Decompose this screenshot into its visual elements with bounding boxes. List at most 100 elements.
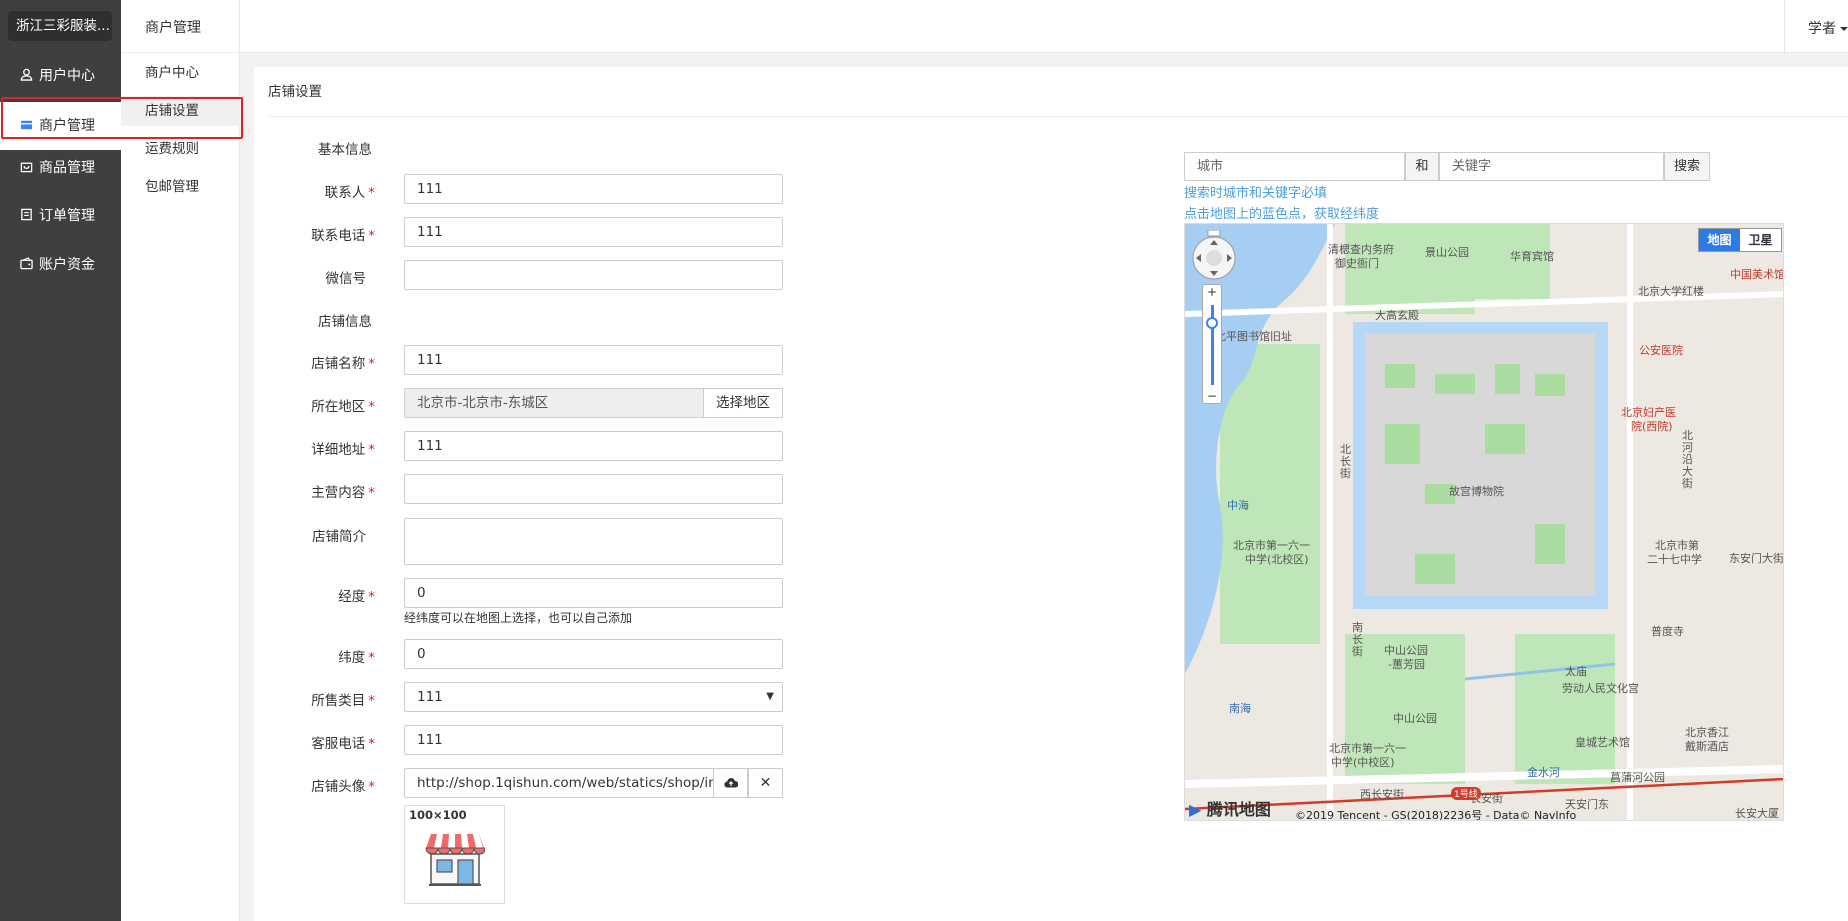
metro-line-badge: 1号线 bbox=[1451, 787, 1481, 800]
business-input[interactable] bbox=[404, 474, 783, 504]
zoom-out-button[interactable]: − bbox=[1203, 389, 1221, 403]
map-label: 金水河 bbox=[1527, 766, 1560, 779]
map-label: 北河沿大街 bbox=[1682, 429, 1693, 490]
latitude-input[interactable]: 0 bbox=[404, 639, 783, 669]
map-search-bar: 城市 和 关键字 搜索 bbox=[1184, 152, 1710, 181]
map-type-satellite-button[interactable]: 卫星 bbox=[1740, 229, 1781, 251]
longitude-input[interactable]: 0 bbox=[404, 578, 783, 608]
longitude-label: 经度 * bbox=[338, 589, 375, 605]
avatar-preview: 100×100 bbox=[404, 805, 505, 904]
wechat-input[interactable] bbox=[404, 260, 783, 290]
phone-label: 联系电话 * bbox=[311, 228, 375, 244]
map-label: 东安门大街 bbox=[1729, 552, 1784, 565]
service-phone-input[interactable]: 111 bbox=[404, 725, 783, 755]
contact-label: 联系人 * bbox=[324, 185, 375, 201]
zoom-in-button[interactable]: + bbox=[1203, 285, 1221, 299]
clear-button[interactable]: ✕ bbox=[748, 768, 783, 798]
shop-name-input[interactable]: 111 bbox=[404, 345, 783, 375]
map-label: 中学(中校区) bbox=[1331, 756, 1395, 769]
map-label: 劳动人民文化宫 bbox=[1562, 682, 1639, 695]
map-label: 南海 bbox=[1229, 702, 1251, 715]
map-zoom-control[interactable]: + − bbox=[1202, 284, 1222, 404]
map-label: 中海 bbox=[1227, 499, 1249, 512]
map-label: 中山公园 bbox=[1393, 712, 1437, 725]
map-label: 菖蒲河公园 bbox=[1610, 771, 1665, 784]
service-phone-label: 客服电话 * bbox=[311, 736, 375, 752]
map-type-switch: 地图 卫星 bbox=[1698, 228, 1782, 252]
intro-textarea[interactable] bbox=[404, 518, 783, 565]
highlight-annotation bbox=[1, 97, 243, 139]
top-bar: 学者 bbox=[240, 0, 1848, 53]
latlng-help-text: 经纬度可以在地图上选择，也可以自己添加 bbox=[404, 611, 633, 625]
address-label: 详细地址 * bbox=[311, 442, 375, 458]
cloud-upload-icon bbox=[723, 778, 738, 788]
shop-name-label: 店铺名称 * bbox=[311, 356, 375, 372]
map-label: 普度寺 bbox=[1651, 625, 1684, 638]
map-label: 御史衙门 bbox=[1335, 257, 1379, 270]
subnav-item-merchant-center[interactable]: 商户中心 bbox=[121, 58, 240, 88]
sidebar-item-label: 账户资金 bbox=[39, 257, 95, 273]
user-menu[interactable]: 学者 bbox=[1808, 18, 1848, 38]
map-label: 太庙 bbox=[1565, 665, 1587, 678]
wallet-icon bbox=[20, 257, 33, 270]
map-label: 中学(北校区) bbox=[1245, 553, 1309, 566]
sidebar-item-order[interactable]: 订单管理 bbox=[0, 192, 121, 240]
category-label: 所售类目 * bbox=[311, 693, 375, 709]
map-search-button[interactable]: 搜索 bbox=[1664, 152, 1710, 181]
section-basic-info: 基本信息 bbox=[318, 142, 372, 158]
upload-button[interactable] bbox=[713, 768, 748, 798]
sidebar-item-label: 商品管理 bbox=[39, 160, 95, 176]
map-label: 北平图书馆旧址 bbox=[1215, 330, 1292, 343]
sidebar-item-product[interactable]: 商品管理 bbox=[0, 144, 121, 192]
category-select-value: 111 bbox=[417, 689, 443, 705]
sidebar-item-user-center[interactable]: 用户中心 bbox=[0, 52, 121, 100]
map-logo-text: 腾讯地图 bbox=[1206, 800, 1271, 819]
region-label: 所在地区 * bbox=[311, 399, 375, 415]
map-label: 戴斯酒店 bbox=[1685, 740, 1729, 753]
map-label: 中国美术馆 bbox=[1730, 268, 1784, 281]
map-label: 院(西院) bbox=[1631, 420, 1673, 433]
address-input[interactable]: 111 bbox=[404, 431, 783, 461]
region-input: 北京市-北京市-东城区 bbox=[404, 388, 704, 418]
phone-input[interactable]: 111 bbox=[404, 217, 783, 247]
map-label: 南长街 bbox=[1352, 621, 1363, 658]
map-canvas[interactable]: 清楒查内务府 御史衙门 景山公园 华育宾馆 北京大学红楼 大高玄殿 北平图书馆旧… bbox=[1184, 223, 1784, 821]
section-shop-info: 店铺信息 bbox=[318, 314, 372, 330]
map-hint-click: 点击地图上的蓝色点，获取经纬度 bbox=[1184, 207, 1380, 222]
select-region-button[interactable]: 选择地区 bbox=[703, 388, 783, 418]
map-copyright: ©2019 Tencent - GS(2018)2236号 - Data© Na… bbox=[1295, 809, 1577, 821]
topbar-divider bbox=[1784, 0, 1785, 53]
business-label: 主营内容 * bbox=[311, 485, 375, 501]
avatar-url-input[interactable]: http://shop.1qishun.com/web/statics/shop… bbox=[404, 768, 714, 798]
avatar-size-text: 100×100 bbox=[409, 808, 467, 822]
contact-input[interactable]: 111 bbox=[404, 174, 783, 204]
map-label: 公安医院 bbox=[1639, 344, 1683, 357]
avatar-label: 店铺头像 * bbox=[311, 779, 375, 795]
subnav-title: 商户管理 bbox=[121, 0, 240, 53]
and-label: 和 bbox=[1405, 152, 1439, 181]
close-icon: ✕ bbox=[759, 775, 772, 791]
city-input[interactable]: 城市 bbox=[1184, 152, 1405, 181]
brand-title[interactable]: 浙江三彩服装... bbox=[8, 11, 112, 41]
intro-label: 店铺简介 bbox=[312, 529, 366, 545]
map-label: 景山公园 bbox=[1425, 246, 1469, 259]
user-icon bbox=[20, 68, 33, 81]
sidebar-item-account[interactable]: 账户资金 bbox=[0, 241, 121, 289]
order-icon bbox=[21, 208, 32, 221]
map-label: 皇城艺术馆 bbox=[1575, 736, 1630, 749]
map-label: -蕙芳园 bbox=[1388, 658, 1425, 671]
subnav-item-free-shipping[interactable]: 包邮管理 bbox=[121, 172, 240, 202]
map-label: 大高玄殿 bbox=[1375, 309, 1419, 322]
category-select[interactable]: 111 ▼ bbox=[404, 682, 783, 712]
zoom-handle[interactable] bbox=[1206, 317, 1218, 329]
map-pan-control[interactable] bbox=[1189, 230, 1239, 282]
map-label: 华育宾馆 bbox=[1510, 250, 1554, 263]
page-title: 店铺设置 bbox=[268, 67, 1848, 117]
keyword-input[interactable]: 关键字 bbox=[1439, 152, 1664, 181]
sidebar-item-label: 订单管理 bbox=[39, 208, 95, 224]
map-logo: ▶ 腾讯地图 bbox=[1189, 796, 1271, 820]
map-hint-required: 搜索时城市和关键字必填 bbox=[1184, 186, 1328, 201]
map-type-map-button[interactable]: 地图 bbox=[1699, 229, 1740, 251]
map-label: 故宫博物院 bbox=[1449, 485, 1504, 498]
map-label: 西长安街 bbox=[1360, 788, 1404, 801]
